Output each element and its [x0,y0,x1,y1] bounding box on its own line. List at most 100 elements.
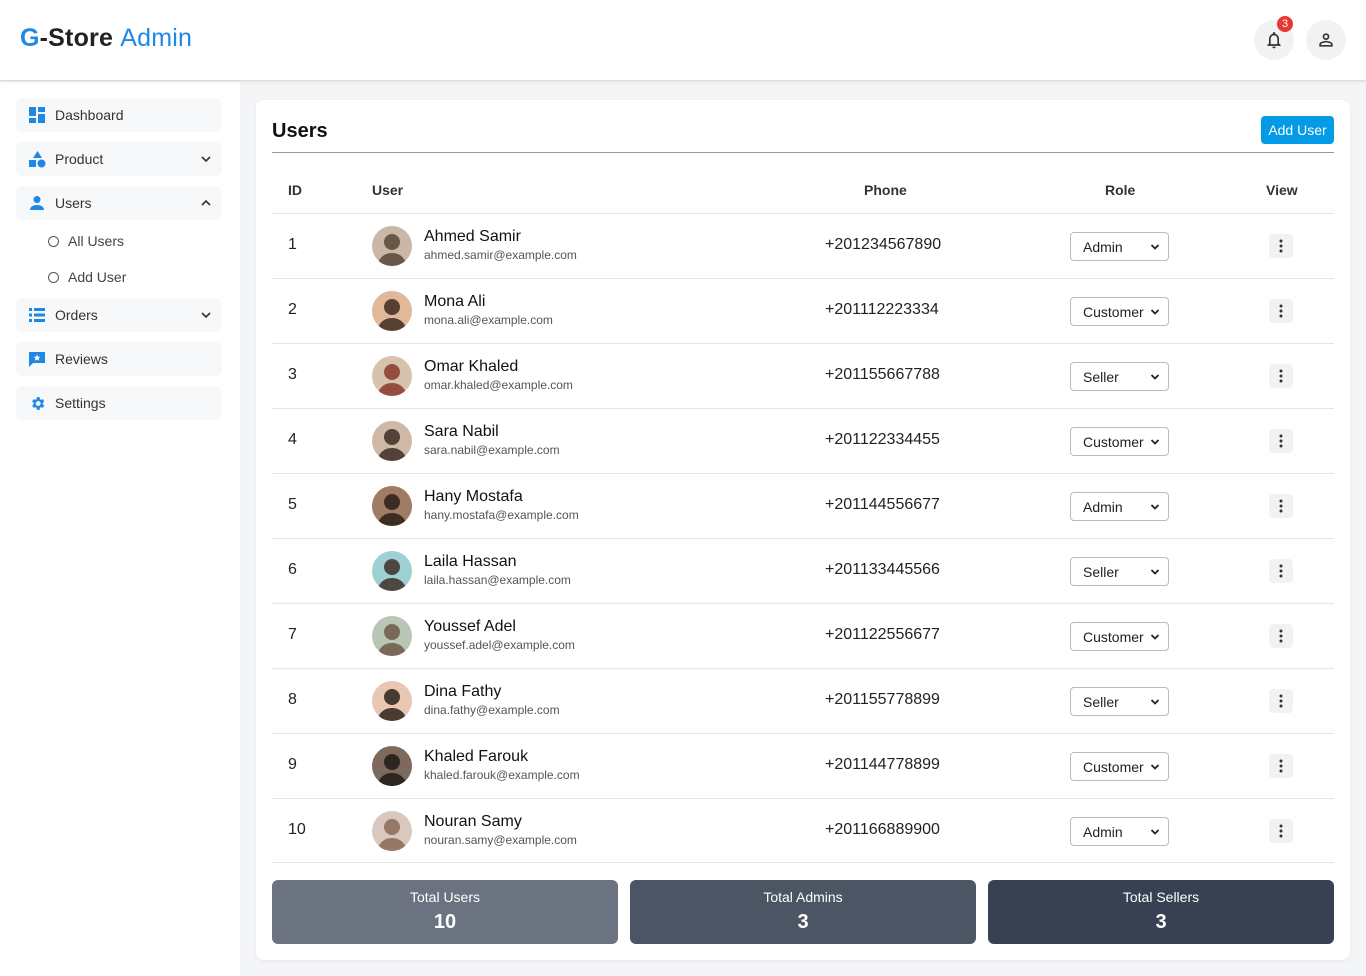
user-email: khaled.farouk@example.com [424,768,580,782]
table-row: 10 Nouran Samy nouran.samy@example.com +201… [272,798,1334,863]
role-select[interactable]: Admin [1070,817,1169,846]
sidebar-subitem-all-users[interactable]: All Users [48,229,124,253]
user-email: nouran.samy@example.com [424,833,577,847]
avatar[interactable] [372,291,412,331]
user-phone: +201112223334 [825,301,939,318]
row-actions-button[interactable] [1269,624,1293,648]
notification-count-badge: 3 [1277,16,1293,32]
row-actions-button[interactable] [1269,299,1293,323]
role-select[interactable]: Customer [1070,297,1169,326]
avatar[interactable] [372,356,412,396]
column-header-id[interactable]: ID [288,182,302,198]
user-id: 6 [288,561,297,578]
sidebar-item-reviews[interactable]: Reviews [16,342,222,376]
user-id: 10 [288,821,306,838]
user-email: youssef.adel@example.com [424,638,575,652]
chevron-down-icon [1150,438,1160,445]
user-email: hany.mostafa@example.com [424,508,579,522]
user-phone: +201122334455 [825,431,940,448]
column-header-user[interactable]: User [372,182,403,198]
account-button[interactable] [1306,20,1346,60]
circle-outline-icon [48,235,59,247]
avatar[interactable] [372,616,412,656]
user-phone: +201144556677 [825,496,940,513]
shapes-icon [28,150,46,168]
row-actions-button[interactable] [1269,429,1293,453]
row-actions-button[interactable] [1269,494,1293,518]
stat-card-total-admins: Total Admins 3 [630,880,976,944]
role-select-value: Customer [1083,303,1144,320]
role-select[interactable]: Seller [1070,362,1169,391]
user-id: 7 [288,626,297,643]
table-row: 9 Khaled Farouk khaled.farouk@example.com +… [272,733,1334,798]
user-name: Ahmed Samir [424,228,521,245]
row-actions-button[interactable] [1269,689,1293,713]
chevron-down-icon [1150,243,1160,250]
more-vertical-icon [1279,564,1283,578]
column-header-role[interactable]: Role [1105,182,1135,198]
sidebar-item-orders[interactable]: Orders [16,298,222,332]
sidebar-item-dashboard[interactable]: Dashboard [16,98,222,132]
user-email: dina.fathy@example.com [424,703,560,717]
role-select[interactable]: Customer [1070,752,1169,781]
user-phone: +201234567890 [825,236,942,253]
review-icon [28,350,46,368]
user-phone: +201133445566 [825,561,940,578]
role-select[interactable]: Admin [1070,232,1169,261]
brand-logo[interactable]: G-Store Admin [20,24,192,53]
role-select[interactable]: Customer [1070,622,1169,651]
more-vertical-icon [1279,239,1283,253]
user-phone: +201166889900 [825,821,940,838]
stat-card-total-users: Total Users 10 [272,880,618,944]
circle-outline-icon [48,271,59,283]
row-actions-button[interactable] [1269,559,1293,583]
row-actions-button[interactable] [1269,819,1293,843]
chevron-down-icon [1150,373,1160,380]
row-actions-button[interactable] [1269,754,1293,778]
table-row: 7 Youssef Adel youssef.adel@example.com +20… [272,603,1334,668]
table-row: 1 Ahmed Samir ahmed.samir@example.com +2012… [272,213,1334,278]
user-id: 3 [288,366,297,383]
role-select-value: Customer [1083,628,1144,645]
user-id: 1 [288,236,297,253]
bell-icon [1267,32,1281,49]
avatar[interactable] [372,226,412,266]
user-name: Omar Khaled [424,358,519,375]
more-vertical-icon [1279,629,1283,643]
role-select-value: Customer [1083,758,1144,775]
sidebar-item-settings[interactable]: Settings [16,386,222,420]
user-name: Sara Nabil [424,423,499,440]
sidebar-item-users[interactable]: Users [16,186,222,220]
role-select[interactable]: Customer [1070,427,1169,456]
role-select[interactable]: Admin [1070,492,1169,521]
chevron-down-icon [1150,698,1160,705]
sidebar-subitem-add-user[interactable]: Add User [48,265,126,289]
column-header-phone[interactable]: Phone [864,182,907,198]
user-name: Laila Hassan [424,553,517,570]
role-select-value: Admin [1083,498,1123,515]
role-select-value: Seller [1083,693,1119,710]
avatar[interactable] [372,421,412,461]
avatar[interactable] [372,486,412,526]
user-email: ahmed.samir@example.com [424,248,577,262]
sidebar-item-product[interactable]: Product [16,142,222,176]
avatar[interactable] [372,746,412,786]
row-actions-button[interactable] [1269,364,1293,388]
users-card: Users Add User ID User Phone Role View 1… [256,100,1350,960]
user-name: Hany Mostafa [424,488,523,505]
chevron-down-icon [201,312,211,319]
user-phone: +201155778899 [825,691,940,708]
row-actions-button[interactable] [1269,234,1293,258]
role-select[interactable]: Seller [1070,557,1169,586]
stat-card-total-sellers: Total Sellers 3 [988,880,1334,944]
column-header-view[interactable]: View [1266,182,1298,198]
avatar[interactable] [372,681,412,721]
avatar[interactable] [372,811,412,851]
user-phone: +201155667788 [825,366,940,383]
avatar[interactable] [372,551,412,591]
notifications-button[interactable]: 3 [1254,16,1294,60]
gear-icon [28,394,46,412]
sidebar: Dashboard Product Users All Users Add Us… [0,82,240,976]
role-select[interactable]: Seller [1070,687,1169,716]
add-user-button[interactable]: Add User [1261,116,1334,144]
